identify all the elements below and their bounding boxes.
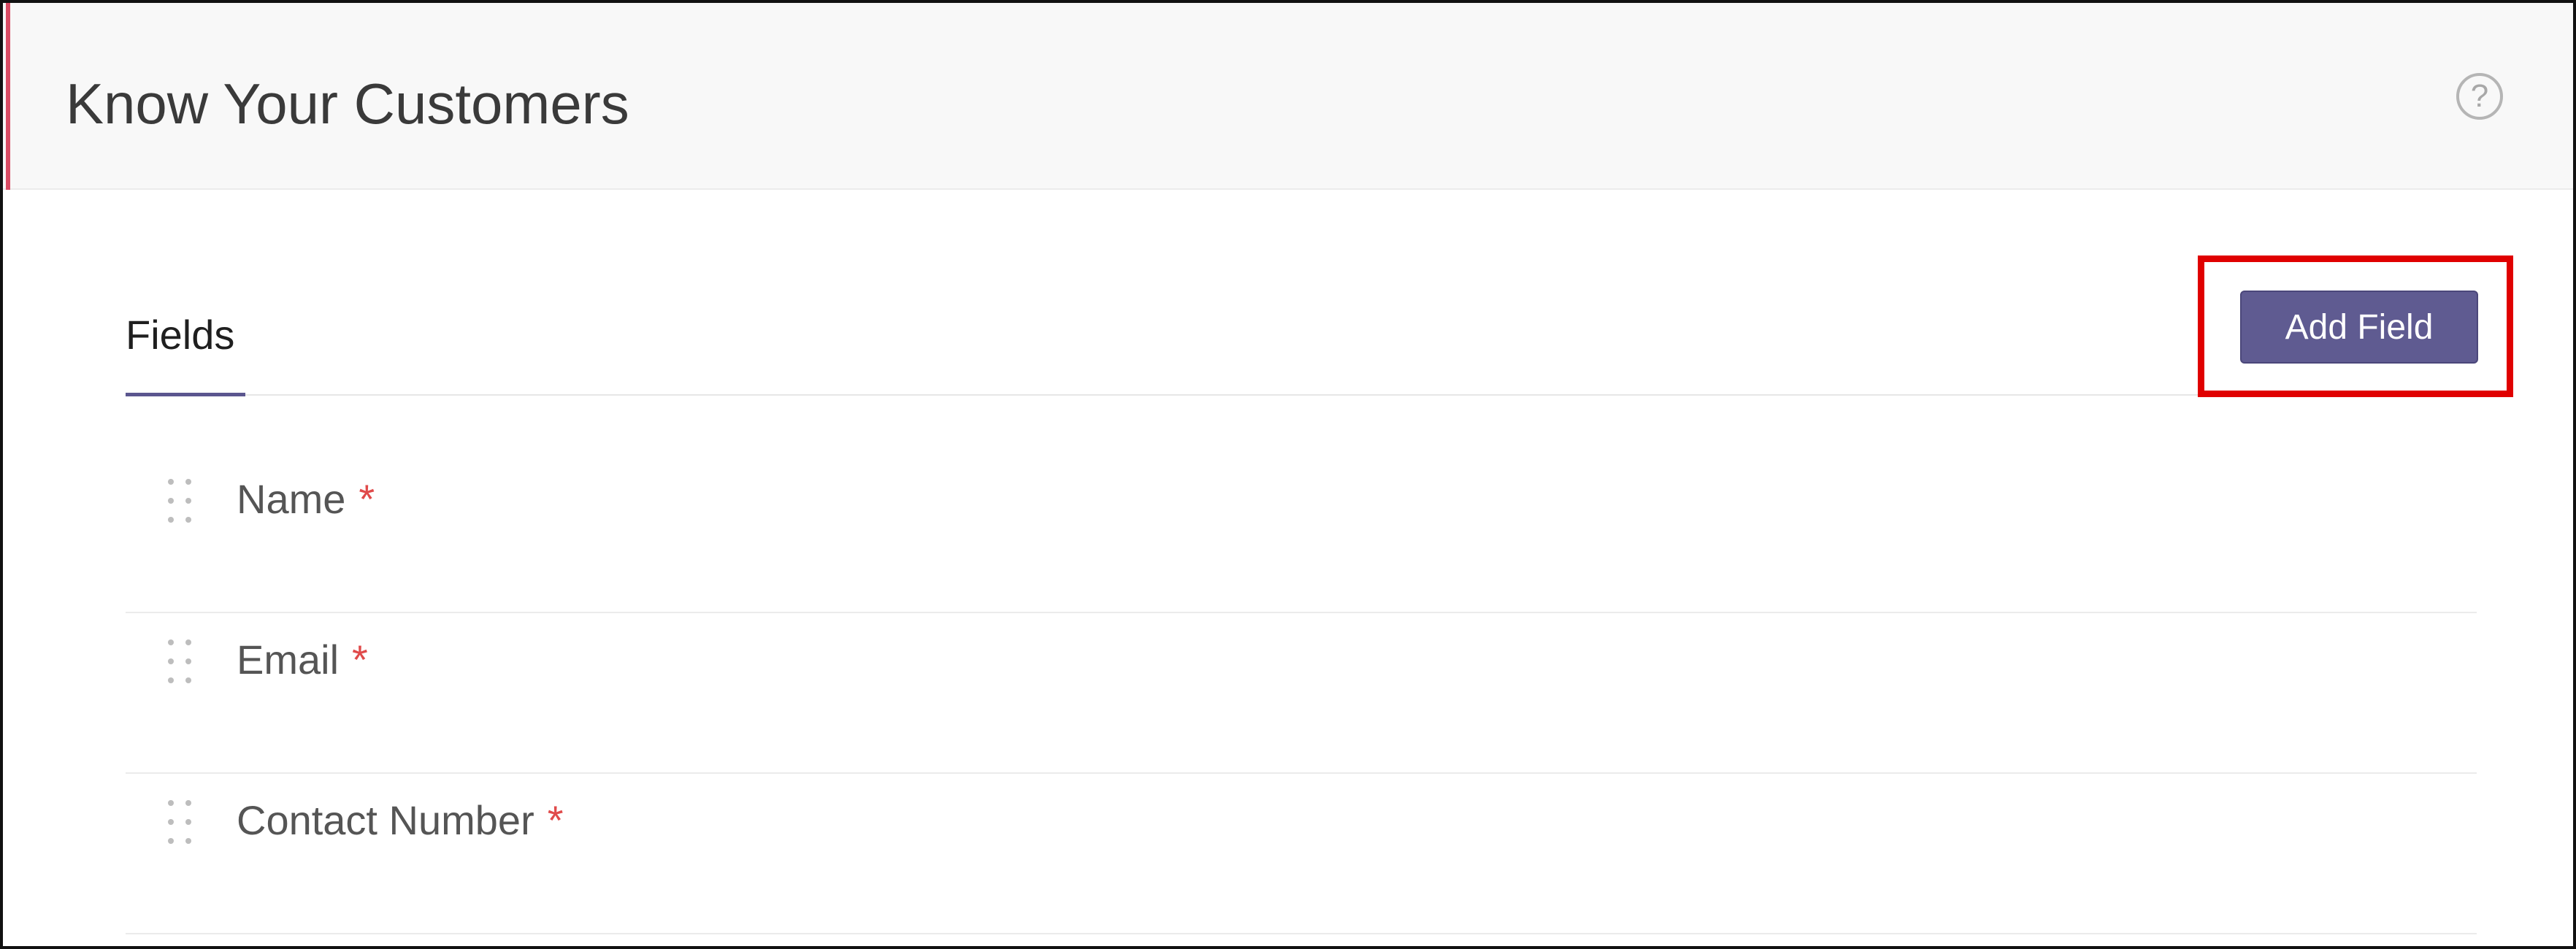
active-tab-indicator — [126, 393, 245, 396]
tabs-divider — [126, 394, 2477, 396]
app-frame: Know Your Customers ? Fields Add Field N… — [0, 0, 2576, 949]
field-row-email[interactable]: Email * — [126, 613, 2477, 774]
add-field-button[interactable]: Add Field — [2240, 291, 2478, 364]
required-marker: * — [352, 637, 368, 683]
field-label: Name * — [237, 473, 375, 526]
field-label-text: Email — [237, 637, 340, 683]
required-marker: * — [359, 476, 375, 522]
field-label-text: Name — [237, 476, 346, 522]
field-row-contact-number[interactable]: Contact Number * — [126, 774, 2477, 934]
tab-fields-label: Fields — [126, 312, 235, 358]
page-header: Know Your Customers ? — [3, 3, 2573, 190]
page-title: Know Your Customers — [66, 72, 629, 136]
drag-handle-icon[interactable] — [168, 639, 193, 685]
required-marker: * — [547, 797, 564, 843]
drag-handle-icon[interactable] — [168, 479, 193, 524]
field-label: Contact Number * — [237, 794, 564, 847]
field-row-name[interactable]: Name * — [126, 453, 2477, 613]
drag-handle-icon[interactable] — [168, 800, 193, 845]
tab-fields[interactable]: Fields — [126, 310, 234, 397]
question-circle-icon[interactable]: ? — [2456, 73, 2503, 120]
field-label-text: Contact Number — [237, 797, 534, 843]
field-label: Email * — [237, 634, 368, 686]
header-accent-bar — [6, 3, 10, 190]
